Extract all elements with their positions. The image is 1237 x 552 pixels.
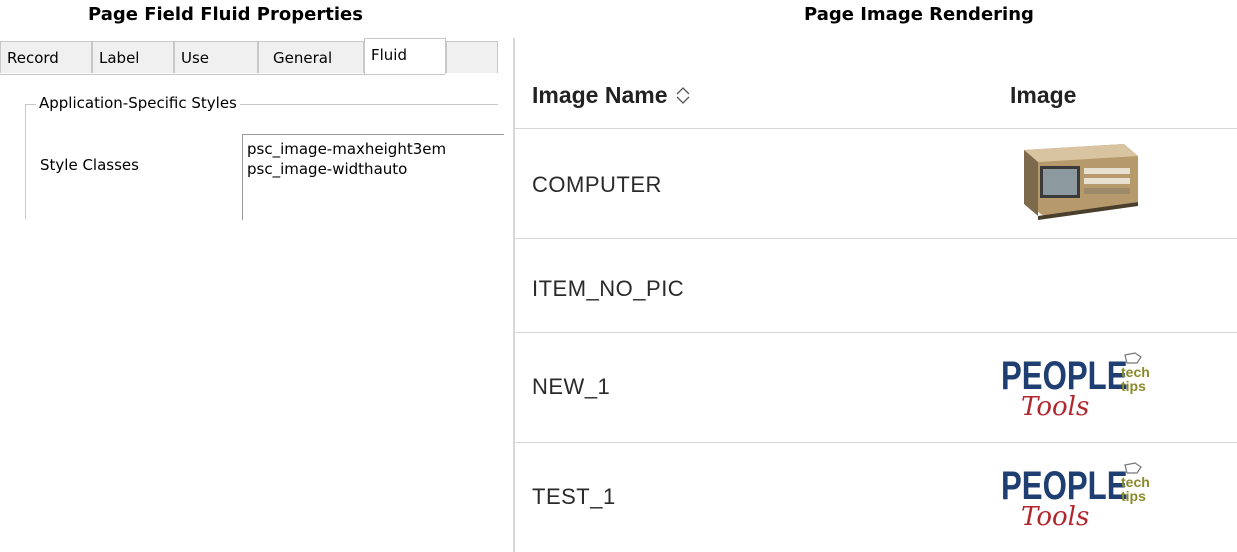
table-row[interactable]: TEST_1 PEOPLE tech tips Tools <box>515 442 1237 552</box>
logo-script-text: Tools <box>1021 392 1089 422</box>
style-classes-textarea[interactable]: psc_image-maxheight3em psc_image-widthau… <box>242 134 504 220</box>
tab-underline <box>0 74 445 75</box>
logo-tips-text: tips <box>1121 378 1146 394</box>
image-name-cell: COMPUTER <box>532 172 662 197</box>
column-header-image: Image <box>1010 82 1077 108</box>
table-row[interactable]: COMPUTER <box>515 128 1237 239</box>
image-grid: Image Name Image COMPUTER ITEM_NO_PIC NE… <box>513 38 1237 552</box>
group-box-title: Application-Specific Styles <box>36 94 240 112</box>
image-name-cell: ITEM_NO_PIC <box>532 276 685 301</box>
table-row[interactable]: ITEM_NO_PIC <box>515 238 1237 333</box>
peopletools-tech-tips-logo: PEOPLE tech tips Tools <box>1001 349 1181 434</box>
sort-updown-icon[interactable] <box>674 83 692 110</box>
group-box-left-border <box>25 104 26 219</box>
table-row[interactable]: NEW_1 PEOPLE tech tips Tools <box>515 332 1237 443</box>
tab-empty <box>446 41 498 73</box>
left-panel-caption: Page Field Fluid Properties <box>88 4 363 25</box>
properties-tab-strip: Record Label Use General Fluid <box>0 38 498 74</box>
logo-tips-text: tips <box>1121 488 1146 504</box>
column-header-image-name[interactable]: Image Name <box>532 82 692 110</box>
tab-general[interactable]: General <box>258 41 364 73</box>
image-name-cell: NEW_1 <box>532 374 611 399</box>
tab-label[interactable]: Label <box>92 41 174 73</box>
logo-script-text: Tools <box>1021 502 1089 532</box>
column-header-image-name-label: Image Name <box>532 82 668 108</box>
peopletools-tech-tips-logo: PEOPLE tech tips Tools <box>1001 459 1181 544</box>
style-classes-label: Style Classes <box>40 156 139 174</box>
tab-record[interactable]: Record <box>0 41 92 73</box>
computer-photo <box>1004 142 1144 225</box>
right-panel-caption: Page Image Rendering <box>804 4 1034 25</box>
tab-fluid[interactable]: Fluid <box>364 38 446 74</box>
grid-header-row: Image Name Image <box>515 38 1237 129</box>
tab-use[interactable]: Use <box>174 41 258 73</box>
image-name-cell: TEST_1 <box>532 484 616 509</box>
